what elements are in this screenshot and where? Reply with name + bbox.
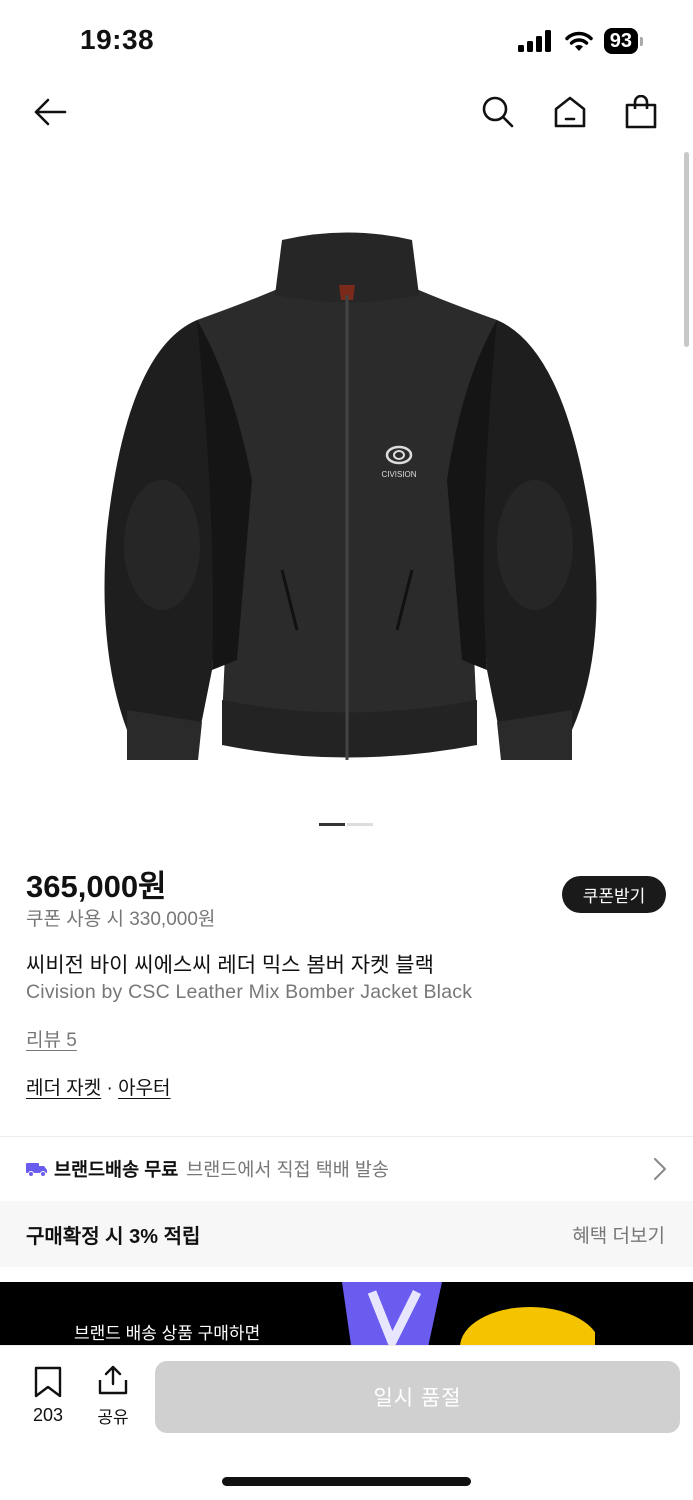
cart-button[interactable]: [621, 92, 661, 132]
signal-icon: [517, 30, 551, 52]
wifi-icon: [565, 31, 593, 51]
carousel-pagination: [319, 823, 373, 826]
promo-banner[interactable]: 브랜드 배송 상품 구매하면: [0, 1282, 693, 1352]
shipping-info-row[interactable]: 브랜드배송 무료 브랜드에서 직접 택배 발송: [0, 1137, 693, 1201]
banner-check-badge-icon: [342, 1282, 442, 1352]
battery-indicator: 93: [603, 28, 638, 54]
bookmark-button[interactable]: 203: [26, 1366, 70, 1426]
product-title-english: Civision by CSC Leather Mix Bomber Jacke…: [26, 981, 473, 1003]
category-breadcrumb: 레더 자켓 · 아우터: [26, 1073, 171, 1100]
carousel-dot-active: [319, 823, 345, 826]
sold-out-button[interactable]: 일시 품절: [155, 1361, 680, 1433]
product-title-korean: 씨비전 바이 씨에스씨 레더 믹스 봄버 자켓 블랙: [26, 954, 434, 977]
category-link-outer[interactable]: 아우터: [118, 1078, 170, 1099]
product-price: 365,000원: [26, 869, 167, 904]
search-button[interactable]: [478, 92, 518, 132]
share-button[interactable]: 공유: [93, 1364, 133, 1428]
benefit-row: 구매확정 시 3% 적립 혜택 더보기: [0, 1201, 693, 1267]
review-link[interactable]: 리뷰 5: [26, 1025, 77, 1052]
carousel-dot: [347, 823, 373, 826]
chevron-right-icon: [654, 1158, 666, 1180]
battery-tip: [640, 36, 643, 46]
shipping-main-label: 브랜드배송 무료: [54, 1159, 179, 1180]
bookmark-count: 203: [32, 1405, 64, 1425]
product-jacket-image: CIVISION: [104, 232, 596, 760]
home-icon: [554, 96, 586, 128]
benefit-points-text: 구매확정 시 3% 적립: [26, 1225, 201, 1248]
category-link-leather-jacket[interactable]: 레더 자켓: [26, 1078, 101, 1099]
product-image-carousel[interactable]: CIVISION: [0, 160, 693, 800]
status-time: 19:38: [80, 24, 155, 55]
home-indicator: [222, 1477, 471, 1486]
share-icon: [98, 1365, 128, 1395]
category-separator: ·: [101, 1078, 119, 1099]
coupon-price: 쿠폰 사용 시 330,000원: [26, 909, 216, 930]
banner-text: 브랜드 배송 상품 구매하면: [74, 1324, 261, 1343]
shipping-sub-label: 브랜드에서 직접 택배 발송: [186, 1159, 389, 1180]
status-bar: 19:38 93: [0, 0, 693, 80]
status-icons: 93: [517, 28, 643, 54]
home-button[interactable]: [550, 92, 590, 132]
delivery-truck-icon: [26, 1163, 47, 1177]
shopping-bag-icon: [625, 95, 657, 129]
search-icon: [482, 96, 514, 128]
jacket-logo-text: CIVISION: [381, 470, 416, 479]
back-button[interactable]: [30, 92, 70, 132]
banner-coin-icon: [460, 1307, 595, 1352]
back-arrow-icon: [34, 98, 67, 126]
get-coupon-button[interactable]: 쿠폰받기: [562, 876, 666, 913]
benefit-more-link[interactable]: 혜택 더보기: [572, 1221, 665, 1248]
share-label: 공유: [97, 1408, 129, 1427]
top-nav-bar: [0, 80, 693, 144]
bookmark-icon: [34, 1366, 62, 1398]
